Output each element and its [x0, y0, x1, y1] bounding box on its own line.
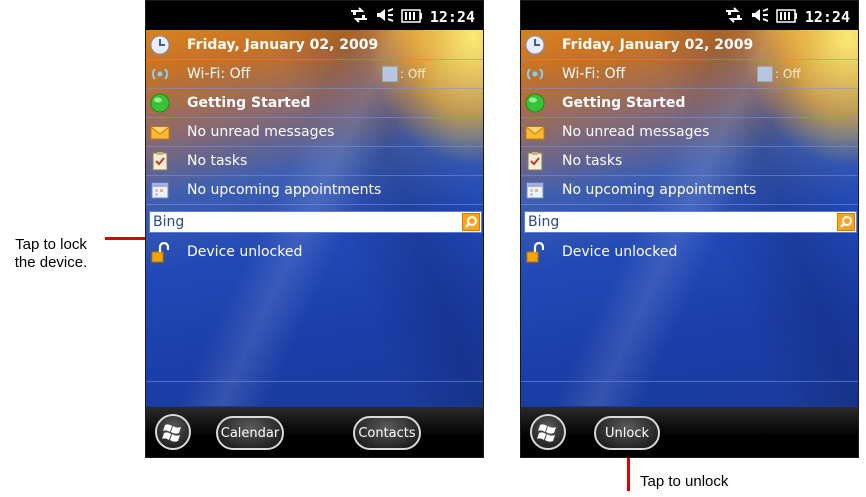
envelope-icon	[525, 122, 545, 142]
wifi-status-text: Wi-Fi: Off	[562, 66, 626, 82]
wifi-status-text: Wi-Fi: Off	[187, 66, 251, 82]
bluetooth-status-text: : Off	[775, 67, 801, 81]
search-icon[interactable]	[837, 213, 855, 231]
getting-started-text: Getting Started	[562, 95, 686, 111]
battery-icon[interactable]	[776, 8, 798, 27]
appointments-text: No upcoming appointments	[187, 182, 382, 198]
lock-status-text: Device unlocked	[187, 244, 303, 260]
date-text: Friday, January 02, 2009	[187, 37, 379, 53]
divider	[521, 381, 858, 382]
unlocked-padlock-icon[interactable]	[151, 241, 170, 268]
annotation-pointer-line	[105, 237, 150, 240]
lock-status-text: Device unlocked	[562, 244, 678, 260]
date-row[interactable]: Friday, January 02, 2009	[521, 31, 858, 60]
bing-search-box[interactable]: Bing	[524, 211, 857, 233]
tap-to-lock-line2: the device.	[14, 254, 88, 271]
volume-icon[interactable]	[751, 7, 769, 27]
bluetooth-icon	[382, 66, 398, 82]
windows-flag-icon	[162, 424, 181, 442]
getting-started-row[interactable]: Getting Started	[146, 89, 483, 118]
tasks-row[interactable]: No tasks	[521, 147, 858, 176]
getting-started-text: Getting Started	[187, 95, 311, 111]
softkey-bar: Calendar Contacts	[146, 406, 483, 457]
connectivity-icon[interactable]	[349, 7, 369, 27]
getting-started-icon	[150, 93, 170, 113]
clipboard-icon	[150, 151, 170, 171]
tasks-text: No tasks	[562, 153, 623, 169]
contacts-softkey[interactable]: Contacts	[353, 416, 421, 450]
lock-row[interactable]: Device unlocked	[521, 239, 858, 267]
start-button[interactable]	[155, 414, 191, 450]
wifi-icon	[150, 64, 170, 84]
bing-search-box[interactable]: Bing	[149, 211, 482, 233]
messages-row[interactable]: No unread messages	[521, 118, 858, 147]
tasks-row[interactable]: No tasks	[146, 147, 483, 176]
calendar-icon	[150, 180, 170, 200]
status-clock[interactable]: 12:24	[430, 8, 475, 26]
bluetooth-status-text: : Off	[400, 67, 426, 81]
connectivity-icon[interactable]	[724, 7, 744, 27]
start-button[interactable]	[530, 414, 566, 450]
clock-icon	[525, 35, 545, 55]
unlocked-padlock-icon[interactable]	[526, 241, 545, 268]
unlock-softkey[interactable]: Unlock	[594, 416, 660, 450]
search-input[interactable]: Bing	[153, 214, 184, 230]
tap-to-unlock-annotation: Tap to unlock	[640, 473, 729, 490]
bluetooth-status: : Off	[382, 66, 426, 82]
envelope-icon	[150, 122, 170, 142]
clipboard-icon	[525, 151, 545, 171]
getting-started-row[interactable]: Getting Started	[521, 89, 858, 118]
bluetooth-icon	[757, 66, 773, 82]
softkey-bar: Unlock	[521, 406, 858, 457]
status-bar: 12:24	[146, 1, 483, 30]
wifi-icon	[525, 64, 545, 84]
status-bar: 12:24	[521, 1, 858, 30]
search-icon[interactable]	[462, 213, 480, 231]
search-input[interactable]: Bing	[528, 214, 559, 230]
status-clock[interactable]: 12:24	[805, 8, 850, 26]
messages-text: No unread messages	[562, 124, 710, 140]
date-text: Friday, January 02, 2009	[562, 37, 754, 53]
messages-text: No unread messages	[187, 124, 335, 140]
wireless-row[interactable]: Wi-Fi: Off : Off	[521, 60, 858, 89]
appointments-row[interactable]: No upcoming appointments	[146, 176, 483, 205]
wireless-row[interactable]: Wi-Fi: Off : Off	[146, 60, 483, 89]
tap-to-lock-line1: Tap to lock	[15, 236, 87, 253]
phone-screen-lock-prompt: 12:24 Friday, January 02, 2009 Wi-Fi: Of…	[520, 0, 859, 458]
appointments-text: No upcoming appointments	[562, 182, 757, 198]
calendar-softkey[interactable]: Calendar	[216, 416, 284, 450]
bluetooth-status: : Off	[757, 66, 801, 82]
clock-icon	[150, 35, 170, 55]
tasks-text: No tasks	[187, 153, 248, 169]
date-row[interactable]: Friday, January 02, 2009	[146, 31, 483, 60]
volume-icon[interactable]	[376, 7, 394, 27]
calendar-icon	[525, 180, 545, 200]
getting-started-icon	[525, 93, 545, 113]
appointments-row[interactable]: No upcoming appointments	[521, 176, 858, 205]
phone-screen-unlocked: 12:24 Friday, January 02, 2009 Wi-Fi: Of…	[145, 0, 484, 458]
windows-flag-icon	[537, 424, 556, 442]
divider	[146, 381, 483, 382]
battery-icon[interactable]	[401, 8, 423, 27]
messages-row[interactable]: No unread messages	[146, 118, 483, 147]
lock-row[interactable]: Device unlocked	[146, 239, 483, 267]
tap-to-lock-annotation: Tap to lock the device.	[6, 236, 96, 272]
